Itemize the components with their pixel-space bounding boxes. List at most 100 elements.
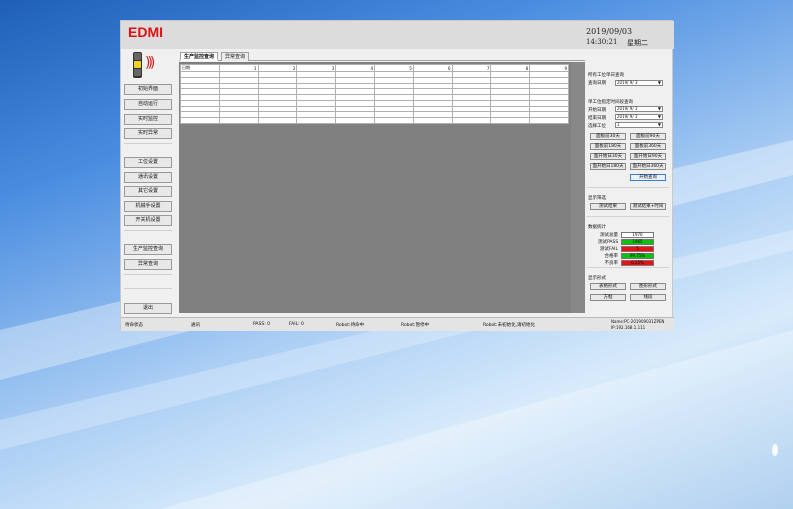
nav-robot-settings-button[interactable]: 机械手设置 bbox=[124, 201, 172, 212]
end-date-label: 结束日期 bbox=[588, 116, 606, 121]
stat-label: 合格率 bbox=[604, 254, 619, 259]
tab-production-query[interactable]: 生产监控查询 bbox=[180, 52, 219, 61]
table-cell[interactable] bbox=[218, 117, 259, 124]
table-cell[interactable] bbox=[335, 117, 375, 124]
filter-title: 显示筛选 bbox=[588, 196, 606, 201]
signal-waves-icon: ))) bbox=[145, 55, 156, 71]
start-query-button[interactable]: 开始查询 bbox=[630, 174, 666, 181]
status-comm: 通讯 bbox=[191, 323, 200, 328]
status-bar: 待命状态 通讯 PASS: 0 FAIL: 0 Robot:待命中 Robot:… bbox=[121, 317, 674, 331]
range-start-180-button[interactable]: 面开始日180天 bbox=[590, 163, 626, 170]
current-weekday: 星期二 bbox=[627, 39, 648, 47]
column-header-2: 2 bbox=[257, 64, 298, 72]
stat-label: 测试PASS bbox=[598, 240, 619, 245]
query-date-picker[interactable]: 2019/ 9/ 3 ▼ bbox=[615, 80, 663, 86]
brand-logo: EDMI bbox=[128, 24, 163, 40]
station-select-value: 1 bbox=[617, 122, 620, 127]
range-panel-180-button[interactable]: 面板前180天 bbox=[590, 143, 626, 150]
column-header-7: 7 bbox=[451, 64, 492, 72]
query-date-label: 查询日期 bbox=[588, 81, 606, 86]
table-cell[interactable] bbox=[257, 117, 298, 124]
status-robot-uninitialized: Robot:未初始化,请初始化 bbox=[483, 323, 535, 328]
filter-test-result-button[interactable]: 测试结果 bbox=[590, 203, 626, 210]
nav-spacer bbox=[124, 143, 172, 155]
nav-comm-settings-button[interactable]: 通讯设置 bbox=[124, 172, 172, 183]
table-cell[interactable] bbox=[529, 117, 569, 124]
panel-divider bbox=[586, 216, 670, 217]
tab-bar: 生产监控查询 异常查询 bbox=[179, 52, 585, 61]
column-header-6: 6 bbox=[412, 64, 453, 72]
exit-button[interactable]: 退出 bbox=[124, 303, 172, 314]
stat-label: 不良率 bbox=[604, 261, 619, 266]
end-date-picker[interactable]: 2019/ 9/ 3 ▼ bbox=[615, 114, 663, 120]
table-cell[interactable] bbox=[412, 117, 453, 124]
start-date-label: 开始日期 bbox=[588, 108, 606, 113]
status-state: 待命状态 bbox=[125, 323, 143, 328]
display-mode-title: 显示形式 bbox=[588, 276, 606, 281]
table-cell[interactable] bbox=[180, 117, 220, 124]
table-mode-button[interactable]: 表格形式 bbox=[590, 283, 626, 290]
panel-divider bbox=[586, 267, 670, 268]
table-row[interactable] bbox=[180, 117, 569, 124]
column-header-3: 3 bbox=[296, 64, 337, 72]
column-header-date: 日期 bbox=[180, 64, 220, 72]
station-select[interactable]: 1 ▼ bbox=[615, 122, 663, 128]
stat-value: 99.75% bbox=[621, 253, 654, 259]
vertical-scrollbar[interactable] bbox=[571, 62, 585, 313]
single-station-query-title: 单工位指定时间段查询 bbox=[588, 100, 633, 105]
column-header-1: 1 bbox=[218, 64, 259, 72]
nav-station-settings-button[interactable]: 工位设置 bbox=[124, 157, 172, 168]
nav-production-query-button[interactable]: 生产监控查询 bbox=[124, 244, 172, 255]
table-cell[interactable] bbox=[451, 117, 492, 124]
table-cell[interactable] bbox=[373, 117, 414, 124]
column-header-5: 5 bbox=[373, 64, 414, 72]
chevron-down-icon: ▼ bbox=[657, 80, 661, 85]
nav-spacer bbox=[124, 230, 172, 242]
range-panel-30-button[interactable]: 面板前30天 bbox=[590, 133, 626, 140]
stat-label: 测试总量 bbox=[600, 233, 618, 238]
stats-title: 数据统计 bbox=[588, 225, 606, 230]
nav-realtime-exception-button[interactable]: 实时异常 bbox=[124, 128, 172, 139]
nav-auto-run-button[interactable]: 自动运行 bbox=[124, 99, 172, 110]
range-panel-360-button[interactable]: 面板前360天 bbox=[630, 143, 666, 150]
nav-initial-screen-button[interactable]: 初始界面 bbox=[124, 84, 172, 95]
range-start-30-button[interactable]: 面开始日30天 bbox=[590, 153, 626, 160]
query-panel: 所有工位单日查询 查询日期 2019/ 9/ 3 ▼ 单工位指定时间段查询 开始日… bbox=[586, 61, 670, 313]
stat-value: 5 bbox=[621, 246, 654, 252]
range-panel-90-button[interactable]: 面板前90天 bbox=[630, 133, 666, 140]
range-start-90-button[interactable]: 面开始日90天 bbox=[630, 153, 666, 160]
main-content: 生产监控查询 异常查询 日期 1 2 3 4 5 6 7 8 9 bbox=[179, 52, 585, 313]
sidebar: ))) 初始界面 自动运行 实时监控 实时异常 工位设置 通讯设置 其它设置 机… bbox=[121, 49, 176, 317]
nav-exception-query-button[interactable]: 异常查询 bbox=[124, 259, 172, 270]
stat-value: 1970 bbox=[621, 232, 654, 238]
all-stations-query-title: 所有工位单日查询 bbox=[588, 73, 624, 78]
table-header-row: 日期 1 2 3 4 5 6 7 8 9 bbox=[180, 64, 569, 72]
nav-realtime-monitor-button[interactable]: 实时监控 bbox=[124, 114, 172, 125]
nav-spacer bbox=[124, 274, 172, 286]
current-time: 14:30:21 bbox=[586, 38, 618, 46]
column-header-4: 4 bbox=[335, 64, 375, 72]
nav-spacer bbox=[124, 288, 172, 300]
status-host-name: Name:PC-201909031ZPEN bbox=[611, 319, 665, 324]
box-style-button[interactable]: 方框 bbox=[590, 294, 626, 301]
start-date-picker[interactable]: 2019/ 9/ 3 ▼ bbox=[615, 106, 663, 112]
table-cell[interactable] bbox=[296, 117, 337, 124]
chevron-down-icon: ▼ bbox=[657, 114, 661, 119]
stat-value: 1965 bbox=[621, 239, 654, 245]
line-style-button[interactable]: 线段 bbox=[630, 294, 666, 301]
tab-exception-query[interactable]: 异常查询 bbox=[221, 52, 250, 61]
app-header: EDMI 2019/09/03 14:30:21 星期二 bbox=[121, 21, 674, 49]
chevron-down-icon: ▼ bbox=[657, 122, 661, 127]
status-ip-address: IP:192.168.1.111 bbox=[611, 325, 646, 330]
range-start-360-button[interactable]: 面开始日360天 bbox=[630, 163, 666, 170]
filter-test-result-time-button[interactable]: 测试结果+时间 bbox=[630, 203, 666, 210]
nav-power-settings-button[interactable]: 开关机设置 bbox=[124, 215, 172, 226]
table-cell[interactable] bbox=[490, 117, 531, 124]
graph-mode-button[interactable]: 图形形式 bbox=[630, 283, 666, 290]
status-robot-standby: Robot:待命中 bbox=[336, 323, 365, 328]
nav-other-settings-button[interactable]: 其它设置 bbox=[124, 186, 172, 197]
station-select-label: 选择工位 bbox=[588, 124, 606, 129]
data-grid-area: 日期 1 2 3 4 5 6 7 8 9 bbox=[179, 62, 585, 313]
production-table: 日期 1 2 3 4 5 6 7 8 9 bbox=[180, 64, 569, 124]
chevron-down-icon: ▼ bbox=[657, 106, 661, 111]
